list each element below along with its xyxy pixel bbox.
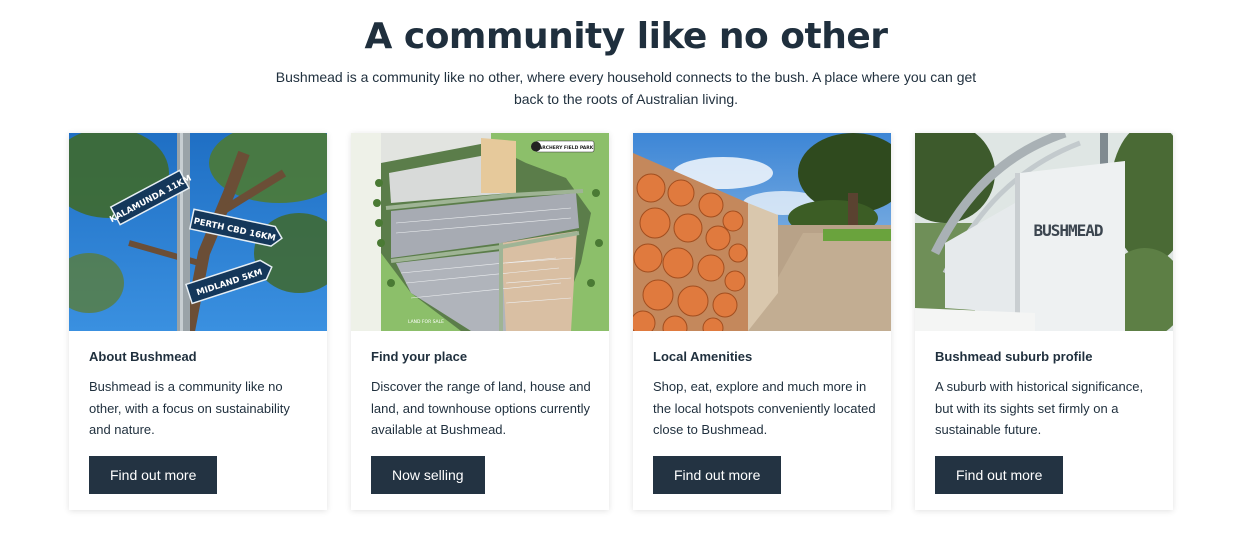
card-about-bushmead: KALAMUNDA 11KM PERTH CBD 16KM MIDLAND 5K… — [69, 133, 327, 510]
card-title: Local Amenities — [653, 349, 753, 364]
section-intro: Bushmead is a community like no other, w… — [275, 69, 977, 107]
street-sign-image: KALAMUNDA 11KM PERTH CBD 16KM MIDLAND 5K… — [69, 133, 327, 331]
card-suburb-profile: BUSHMEAD Bushmead suburb profile A subur… — [915, 133, 1173, 510]
map-park-label: ARCHERY FIELD PARK — [539, 145, 594, 151]
card-description: A suburb with historical significance, b… — [935, 379, 1144, 437]
card-local-amenities: Local Amenities Shop, eat, explore and m… — [633, 133, 891, 510]
card-find-your-place: ARCHERY FIELD PARK LAND FOR SALE Find yo… — [351, 133, 609, 510]
card-description: Shop, eat, explore and much more in the … — [653, 379, 876, 437]
estate-plan-image[interactable]: ARCHERY FIELD PARK LAND FOR SALE — [351, 133, 609, 331]
card-title: Find your place — [371, 349, 468, 364]
card-grid: KALAMUNDA 11KM PERTH CBD 16KM MIDLAND 5K… — [69, 133, 1173, 510]
community-section: A community like no other Bushmead is a … — [0, 0, 1252, 535]
find-out-more-button[interactable]: Find out more — [935, 456, 1064, 494]
log-wall-image — [633, 133, 891, 331]
card-title: About Bushmead — [89, 349, 197, 364]
wall-sign-text: BUSHMEAD — [1033, 221, 1102, 240]
now-selling-button[interactable]: Now selling — [371, 456, 485, 494]
map-lower-label: LAND FOR SALE — [408, 319, 444, 325]
card-title: Bushmead suburb profile — [935, 349, 1093, 364]
section-heading: A community like no other — [364, 16, 888, 57]
entry-wall-image: BUSHMEAD — [915, 133, 1173, 331]
card-description: Discover the range of land, house and la… — [371, 379, 591, 437]
card-description: Bushmead is a community like no other, w… — [89, 379, 290, 437]
find-out-more-button[interactable]: Find out more — [653, 456, 782, 494]
find-out-more-button[interactable]: Find out more — [89, 456, 218, 494]
